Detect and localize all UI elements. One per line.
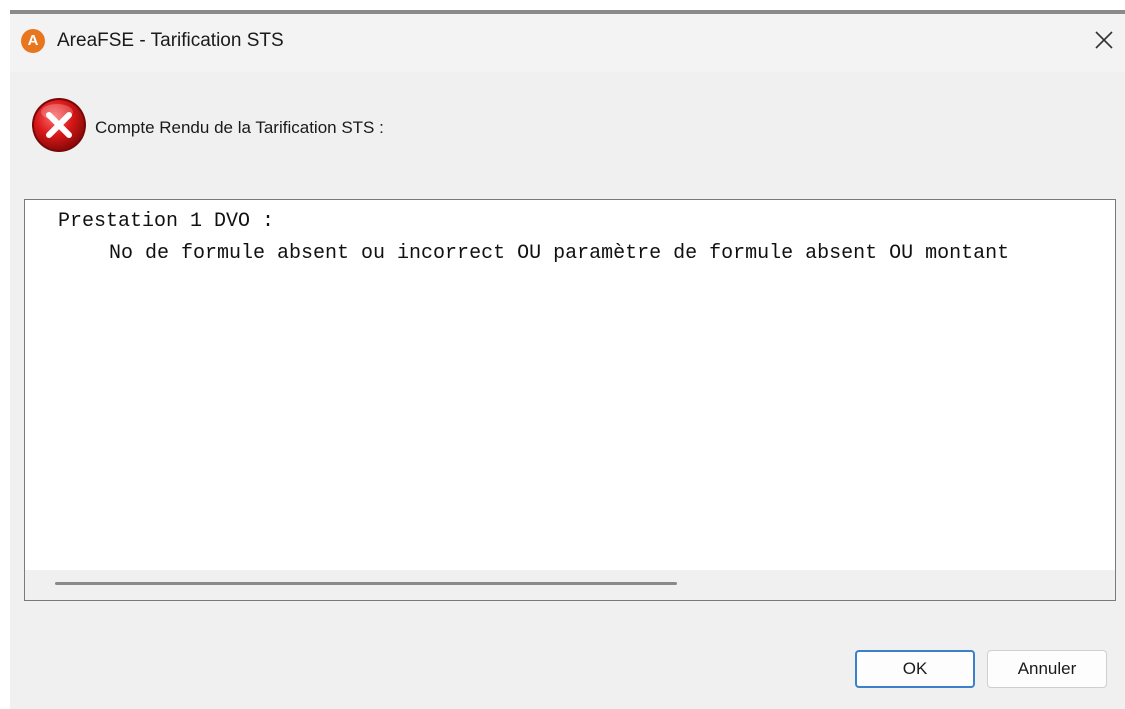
ok-button[interactable]: OK — [855, 650, 975, 688]
close-button[interactable] — [1083, 16, 1125, 64]
report-line-prestation: Prestation 1 DVO : — [58, 210, 275, 233]
error-icon — [32, 98, 86, 152]
horizontal-scrollbar[interactable] — [25, 570, 1115, 600]
report-text-area[interactable]: Prestation 1 DVO : No de formule absent … — [24, 199, 1116, 601]
areafse-app-icon: A — [21, 29, 45, 53]
cancel-button[interactable]: Annuler — [987, 650, 1107, 688]
report-line-error-detail: No de formule absent ou incorrect OU par… — [85, 242, 1010, 265]
close-icon — [1095, 31, 1113, 49]
window-title: AreaFSE - Tarification STS — [57, 30, 284, 51]
title-bar: A AreaFSE - Tarification STS — [10, 14, 1125, 72]
dialog-window: A AreaFSE - Tarification STS Compte Rend… — [10, 10, 1125, 709]
scrollbar-thumb[interactable] — [55, 582, 677, 585]
report-header-message: Compte Rendu de la Tarification STS : — [95, 118, 384, 137]
